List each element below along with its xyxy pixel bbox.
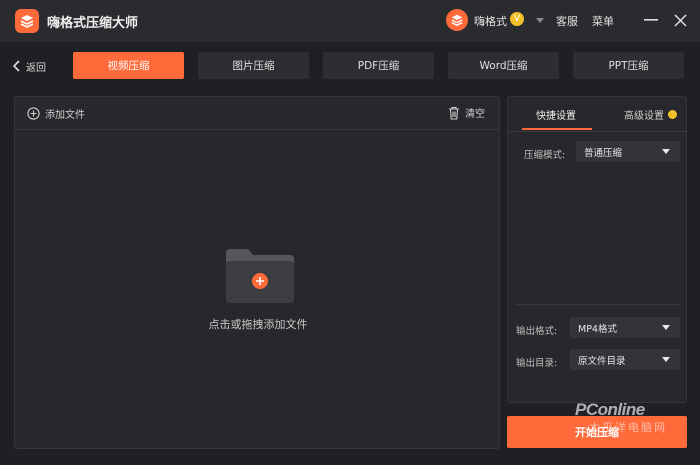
output-dir-label: 输出目录: (516, 358, 558, 369)
file-list-panel: 添加文件 清空 点击或拖拽添加文件 (14, 96, 500, 449)
vip-badge-icon: V (510, 12, 524, 26)
tab-video-compress[interactable]: 视频压缩 (73, 52, 184, 79)
tab-word-compress[interactable]: Word压缩 (448, 52, 559, 79)
advanced-settings-label: 高级设置 (624, 111, 664, 122)
menu-button[interactable]: 菜单 (592, 13, 614, 29)
app-logo-icon (15, 9, 39, 33)
tab-pdf-compress[interactable]: PDF压缩 (323, 52, 434, 79)
clear-button[interactable]: 清空 (448, 105, 485, 120)
compress-mode-label: 压缩模式: (524, 150, 566, 161)
output-format-select[interactable]: MP4格式 (570, 317, 680, 338)
tab-image-compress[interactable]: 图片压缩 (198, 52, 309, 79)
tab-ppt-compress[interactable]: PPT压缩 (573, 52, 684, 79)
output-dir-select[interactable]: 原文件目录 (570, 349, 680, 370)
clear-label: 清空 (465, 109, 485, 120)
compress-mode-select[interactable]: 普通压缩 (576, 141, 680, 162)
customer-service-button[interactable]: 客服 (556, 13, 578, 29)
back-button[interactable]: 返回 (12, 56, 46, 76)
back-label: 返回 (26, 62, 46, 74)
close-icon[interactable] (670, 10, 690, 30)
chevron-down-icon (662, 357, 670, 362)
title-bar: 嗨格式压缩大师 嗨格式 V 客服 菜单 (0, 0, 700, 42)
chevron-down-icon (662, 149, 670, 154)
tab-advanced-settings[interactable]: 高级设置 (624, 107, 677, 122)
user-avatar-icon[interactable] (446, 9, 468, 31)
divider (508, 131, 686, 132)
vip-icon (668, 110, 677, 119)
tab-quick-settings[interactable]: 快捷设置 (536, 107, 576, 122)
add-file-button[interactable]: 添加文件 (27, 106, 85, 121)
file-panel-toolbar: 添加文件 清空 (15, 97, 499, 130)
settings-panel: 快捷设置 高级设置 压缩模式: 普通压缩 输出格式: MP4格式 输出目录: 原… (507, 96, 687, 403)
active-tab-indicator (522, 128, 592, 130)
user-dropdown-icon[interactable] (536, 18, 544, 23)
add-file-label: 添加文件 (45, 110, 85, 121)
chevron-down-icon (662, 325, 670, 330)
start-compress-button[interactable]: 开始压缩 (507, 416, 687, 448)
app-title: 嗨格式压缩大师 (47, 16, 139, 31)
divider (516, 304, 680, 305)
quick-settings-label: 快捷设置 (536, 111, 576, 122)
drop-hint-text: 点击或拖拽添加文件 (208, 318, 308, 331)
chevron-left-icon (12, 60, 20, 72)
user-name[interactable]: 嗨格式 (474, 13, 507, 29)
minimize-icon[interactable] (641, 12, 661, 28)
output-format-value: MP4格式 (578, 323, 617, 335)
output-format-label: 输出格式: (516, 326, 558, 337)
trash-icon (449, 106, 459, 120)
add-circle-icon (27, 107, 40, 120)
output-dir-value: 原文件目录 (578, 355, 626, 367)
folder-add-icon (226, 249, 294, 303)
compress-mode-value: 普通压缩 (584, 147, 623, 159)
